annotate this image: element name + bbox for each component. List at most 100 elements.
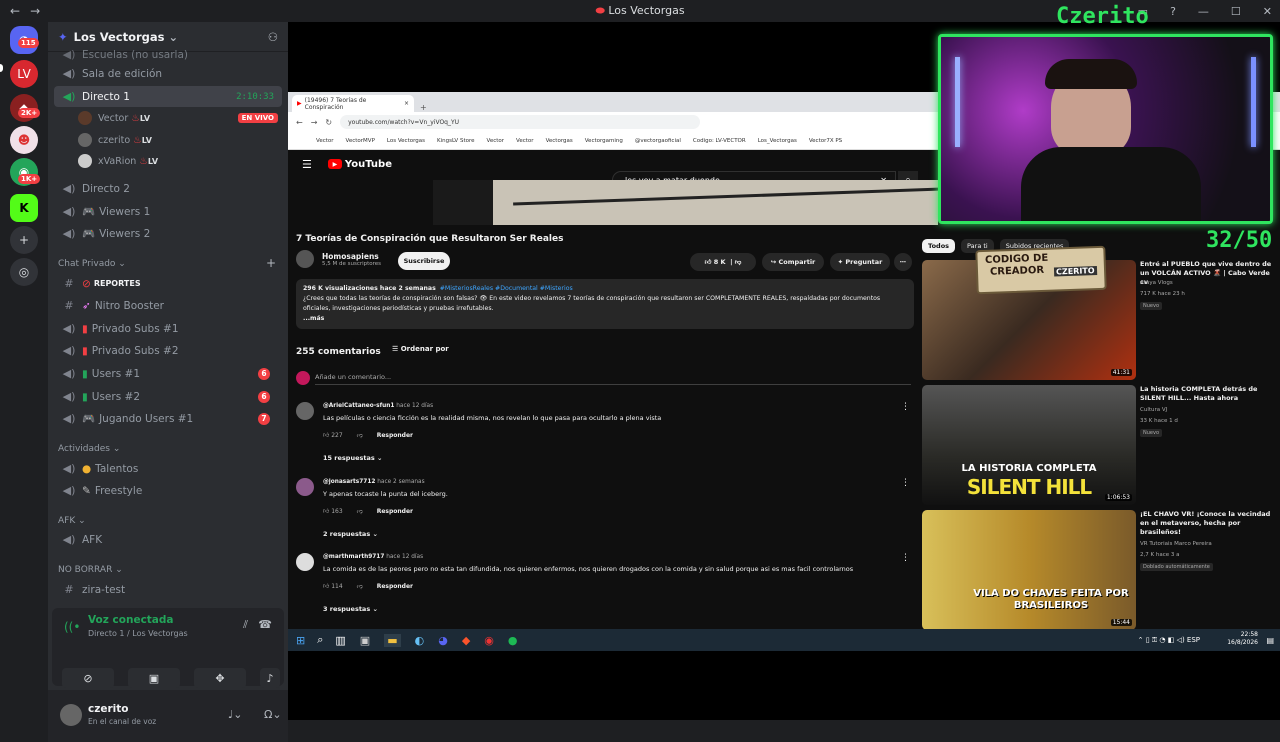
channel-reportes[interactable]: # ⊘ REPORTES — [54, 273, 282, 294]
add-channel-icon[interactable]: + — [266, 256, 276, 270]
dislike-button[interactable]: 👎︎ — [357, 582, 363, 590]
channel-privado-subs-2[interactable]: ◀) ▮ Privado Subs #2 — [54, 340, 282, 361]
voice-user-xvarion[interactable]: xVaRion ♨ LV — [78, 151, 158, 171]
channel-partial[interactable]: ◀) Escuelas (no usarla) — [54, 44, 282, 65]
sort-button[interactable]: ☰ Ordenar por — [392, 345, 449, 353]
voice-location[interactable]: Directo 1 / Los Vectorgas — [88, 629, 188, 638]
channel-talentos[interactable]: ◀) ● Talentos — [54, 458, 282, 479]
replies-toggle[interactable]: 15 respuestas ⌄ — [323, 454, 382, 462]
voice-user-czerito[interactable]: czerito ♨ LV — [78, 130, 152, 150]
comment-author[interactable]: @jonasarts7712 hace 2 semanas — [323, 479, 425, 485]
dislike-button[interactable]: 👎︎ — [357, 431, 363, 439]
noise-suppression-icon[interactable]: ⫽ — [243, 618, 248, 632]
channel-afk[interactable]: ◀) AFK — [54, 529, 282, 550]
bookmark[interactable]: @vectorgaoficial — [635, 138, 681, 144]
avatar[interactable] — [296, 478, 314, 496]
notifications-icon[interactable]: ▤ — [1266, 636, 1274, 645]
comment-menu-icon[interactable]: ⋮ — [901, 478, 910, 488]
channel-avatar[interactable] — [296, 250, 314, 268]
thumbs-down-icon[interactable]: 👎︎ — [735, 258, 742, 266]
activities-button[interactable]: ✥ — [194, 668, 246, 688]
replies-toggle[interactable]: 3 respuestas ⌄ — [323, 605, 378, 613]
replies-toggle[interactable]: 2 respuestas ⌄ — [323, 530, 378, 538]
bookmark[interactable]: VectorMVP — [346, 138, 375, 144]
voice-user-vector[interactable]: Vector ♨ LV — [78, 108, 150, 128]
like-button[interactable]: 👍︎ 114 — [323, 582, 343, 590]
bookmark[interactable]: Vectorgas — [546, 138, 573, 144]
like-button[interactable]: 👍︎ 8 K | 👎︎ — [690, 253, 756, 271]
windows-start-icon[interactable]: ⊞ — [296, 634, 305, 647]
subscribe-button[interactable]: Suscribirse — [398, 252, 450, 270]
channel-users-2[interactable]: ◀) ▮ Users #2 6 — [54, 386, 282, 407]
avatar[interactable] — [60, 704, 82, 726]
thumbnail[interactable]: LA HISTORIA COMPLETA SILENT HILL 1:06:53 — [922, 385, 1136, 505]
app-icon[interactable]: ▣ — [360, 634, 370, 647]
menu-icon[interactable]: ☰ — [302, 158, 312, 171]
thumbnail[interactable]: VILA DO CHAVES FEITA POR BRASILEIROS 15:… — [922, 510, 1136, 629]
maximize-button[interactable]: ☐ — [1231, 5, 1241, 18]
video-description[interactable]: 296 K visualizaciones hace 2 semanas #Mi… — [296, 279, 914, 329]
ask-button[interactable]: ✦ Preguntar — [830, 253, 890, 271]
comment-menu-icon[interactable]: ⋮ — [901, 553, 910, 563]
reply-button[interactable]: Responder — [377, 432, 413, 439]
new-tab-icon[interactable]: + — [420, 103, 427, 112]
recommended-video[interactable]: VILA DO CHAVES FEITA POR BRASILEIROS 15:… — [922, 510, 1280, 629]
like-button[interactable]: 👍︎ 163 — [323, 507, 343, 515]
channel-jugando[interactable]: ◀) 🎮 Jugando Users #1 7 — [54, 408, 282, 429]
channel-viewers-2[interactable]: ◀) 🎮 Viewers 2 — [54, 223, 282, 244]
channel-zira-test[interactable]: # zira-test — [54, 579, 282, 600]
share-button[interactable]: ↪ Compartir — [762, 253, 824, 271]
like-button[interactable]: 👍︎ 227 — [323, 431, 343, 439]
channel-privado-subs-1[interactable]: ◀) ▮ Privado Subs #1 — [54, 318, 282, 339]
server-kick[interactable]: K — [10, 194, 38, 222]
avatar[interactable] — [296, 402, 314, 420]
reload-icon[interactable]: ↻ — [325, 118, 332, 127]
bookmark[interactable]: KingsLV Store — [437, 138, 475, 144]
bookmark[interactable]: Vector — [316, 138, 334, 144]
comment-author[interactable]: @marthmarth9717 hace 12 días — [323, 554, 423, 560]
youtube-logo[interactable]: ▶ YouTube — [327, 159, 392, 170]
category-actividades[interactable]: Actividades ⌄ — [58, 444, 120, 454]
help-icon[interactable]: ? — [1170, 5, 1176, 18]
back-icon[interactable]: ← — [296, 118, 303, 127]
reply-button[interactable]: Responder — [377, 583, 413, 590]
more-button[interactable]: ⋯ — [894, 253, 912, 271]
voice-status[interactable]: Voz conectada — [88, 614, 174, 626]
channel-directo-1[interactable]: ◀) Directo 1 2:10:33 — [54, 86, 282, 107]
channel-freestyle[interactable]: ◀) ✎ Freestyle — [54, 480, 282, 501]
channel-viewers-1[interactable]: ◀) 🎮 Viewers 1 — [54, 201, 282, 222]
comment-author[interactable]: @ArielCattaneo-sfun1 hace 12 días — [323, 403, 433, 409]
discover-icon[interactable]: ◎ — [10, 258, 38, 286]
steam-icon[interactable]: ◐ — [415, 634, 425, 647]
add-server-icon[interactable]: + — [10, 226, 38, 254]
close-tab-icon[interactable]: × — [404, 100, 409, 107]
show-more[interactable]: ...más — [303, 315, 324, 322]
soundboard-button[interactable]: ♪ — [260, 668, 280, 688]
channel-directo-2[interactable]: ◀) Directo 2 — [54, 178, 282, 199]
recommended-video[interactable]: LA HISTORIA COMPLETA SILENT HILL 1:06:53… — [922, 385, 1280, 505]
bookmark[interactable]: Vector — [487, 138, 505, 144]
discord-icon[interactable]: ◕ — [438, 634, 448, 647]
category-no-borrar[interactable]: NO BORRAR ⌄ — [58, 565, 123, 575]
avatar[interactable] — [296, 553, 314, 571]
comment-menu-icon[interactable]: ⋮ — [901, 402, 910, 412]
bookmark[interactable]: Los Vectorgas — [387, 138, 425, 144]
clock[interactable]: 22:58 16/8/2026 — [1227, 631, 1258, 647]
disconnect-icon[interactable]: ☎ — [258, 618, 272, 631]
brave-icon[interactable]: ◆ — [462, 634, 470, 647]
screen-share-button[interactable]: ▣ — [128, 668, 180, 688]
forward-icon[interactable]: → — [311, 118, 318, 127]
add-comment-input[interactable]: Añade un comentario... — [315, 373, 911, 385]
browser-tab[interactable]: ▶ (19496) 7 Teorías de Conspiración × — [292, 95, 414, 112]
dislike-button[interactable]: 👎︎ — [357, 507, 363, 515]
task-view-icon[interactable]: ▥ — [335, 634, 345, 647]
minimize-button[interactable]: — — [1198, 5, 1209, 18]
video-player[interactable] — [433, 180, 938, 225]
user-name[interactable]: czerito — [88, 703, 128, 715]
folder-icon[interactable]: ▬ — [384, 633, 401, 647]
invite-icon[interactable]: ⚇ — [268, 30, 278, 44]
channel-sala-edicion[interactable]: ◀) Sala de edición — [54, 63, 282, 84]
url-field[interactable]: youtube.com/watch?v=Vn_yiVOq_YU — [340, 115, 701, 129]
camera-button[interactable]: ⊘ — [62, 668, 114, 688]
tray-icons[interactable]: ⌃ ▯ ⚿ ◔ ◧ ◁) ESP — [1138, 636, 1200, 645]
